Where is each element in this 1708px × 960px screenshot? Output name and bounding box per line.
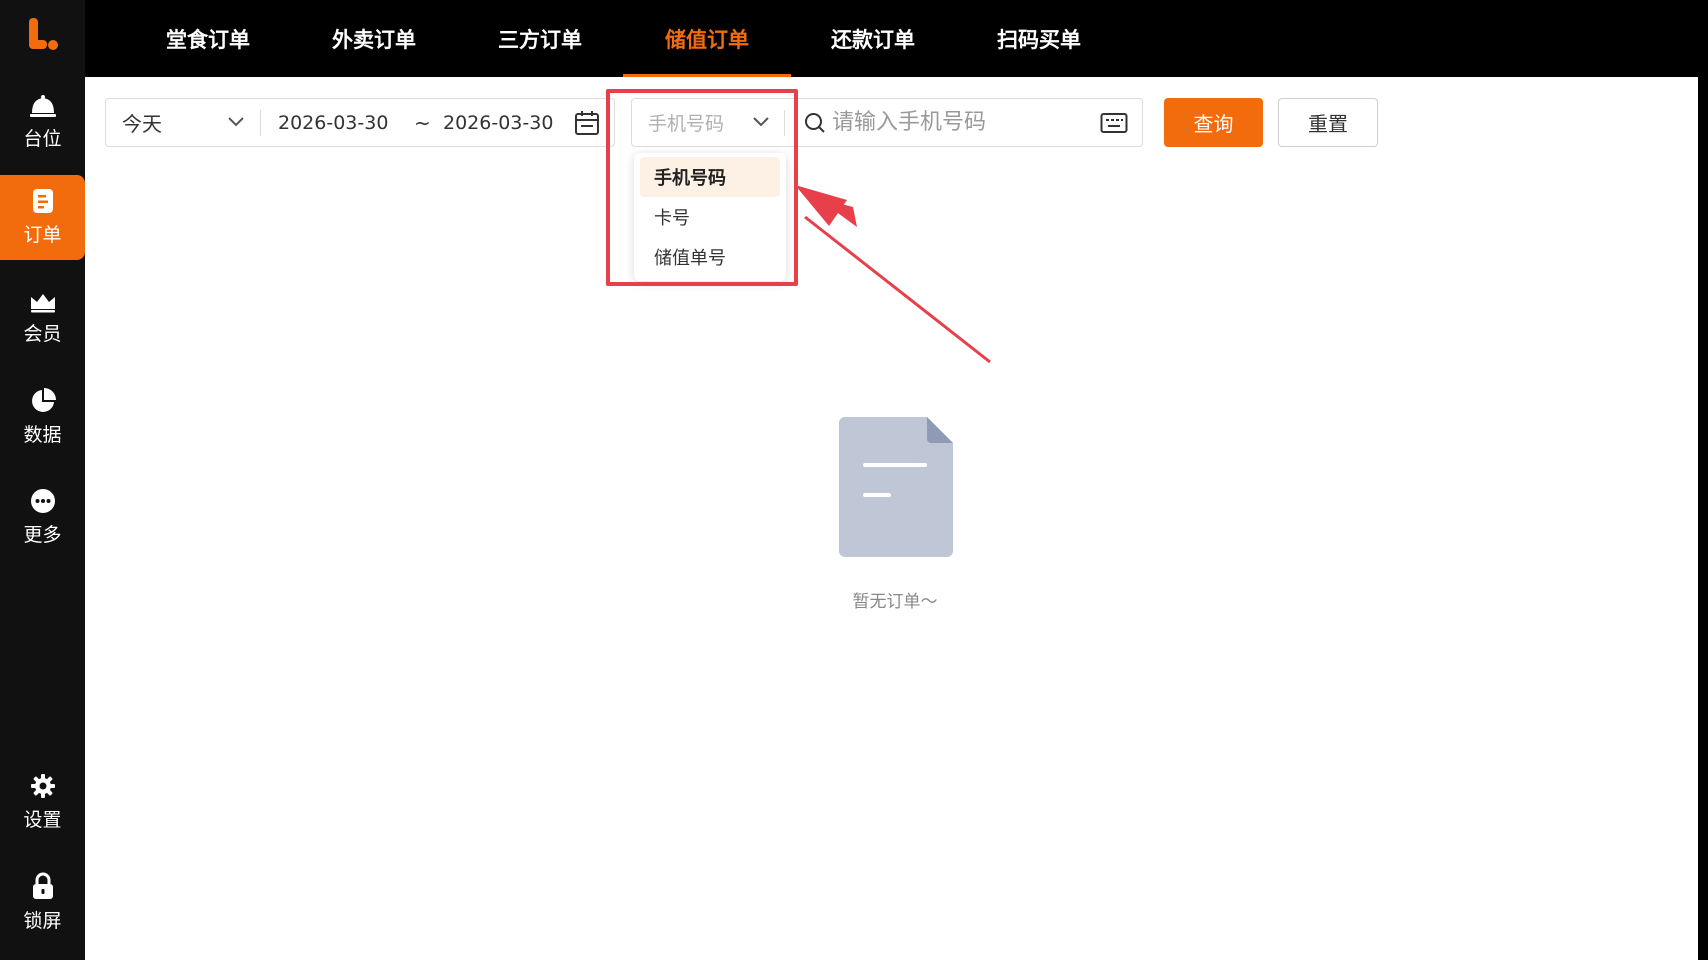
sidebar-item-data[interactable]: 数据 — [0, 375, 85, 460]
sidebar-item-members[interactable]: 会员 — [0, 275, 85, 360]
tab-label: 三方订单 — [498, 27, 582, 52]
search-type-dropdown: 手机号码 卡号 储值单号 — [634, 153, 786, 281]
sidebar-item-lock[interactable]: 锁屏 — [0, 860, 85, 945]
search-input[interactable] — [832, 99, 1092, 146]
sidebar-item-label: 更多 — [23, 524, 62, 546]
date-filter: 今天 2026-03-30 ~ 2026-03-30 — [105, 98, 615, 147]
date-range-value: 今天 — [122, 112, 162, 136]
dropdown-option-order-no[interactable]: 储值单号 — [640, 237, 780, 277]
tab-label: 外卖订单 — [332, 27, 416, 52]
divider — [260, 110, 261, 136]
dropdown-option-phone[interactable]: 手机号码 — [640, 157, 780, 197]
reset-button[interactable]: 重置 — [1278, 98, 1378, 147]
date-separator: ~ — [414, 110, 431, 135]
tab-stored-value-orders[interactable]: 储值订单 — [623, 0, 791, 77]
lock-icon — [32, 872, 53, 899]
tab-label: 扫码买单 — [997, 27, 1081, 52]
sidebar: 台位 订单 会员 数据 更多 设置 锁屏 — [0, 0, 85, 960]
crown-icon — [30, 294, 55, 313]
tab-label: 还款订单 — [831, 27, 915, 52]
date-range-select[interactable]: 今天 — [106, 99, 261, 146]
search-filter: 手机号码 — [631, 98, 1143, 147]
tab-third-party-orders[interactable]: 三方订单 — [482, 0, 598, 77]
start-date-field[interactable]: 2026-03-30 — [278, 99, 388, 146]
main-content: 今天 2026-03-30 ~ 2026-03-30 手机号码 请输入手机号码 … — [85, 77, 1708, 960]
sidebar-item-label: 数据 — [23, 424, 62, 446]
sidebar-item-more[interactable]: 更多 — [0, 475, 85, 560]
tab-takeout-orders[interactable]: 外卖订单 — [316, 0, 432, 77]
gear-icon — [30, 774, 55, 798]
tab-label: 储值订单 — [665, 27, 749, 52]
tab-dine-in-orders[interactable]: 堂食订单 — [150, 0, 266, 77]
dropdown-option-card[interactable]: 卡号 — [640, 197, 780, 237]
sidebar-item-label: 台位 — [23, 128, 62, 150]
tab-label: 堂食订单 — [166, 27, 250, 52]
sidebar-item-label: 会员 — [23, 323, 62, 345]
chevron-down-icon — [753, 117, 769, 127]
search-icon — [805, 113, 825, 133]
sidebar-item-orders[interactable]: 订单 — [0, 175, 85, 260]
empty-document-icon — [839, 417, 953, 557]
sidebar-item-label: 设置 — [23, 809, 62, 831]
top-tab-bar: 堂食订单 外卖订单 三方订单 储值订单 还款订单 扫码买单 — [85, 0, 1708, 77]
tab-repayment-orders[interactable]: 还款订单 — [815, 0, 931, 77]
sidebar-item-label: 锁屏 — [23, 910, 62, 932]
sidebar-item-label: 订单 — [23, 224, 62, 246]
search-type-value: 手机号码 — [648, 113, 725, 135]
brand-logo — [29, 18, 58, 50]
sidebar-item-tables[interactable]: 台位 — [0, 80, 85, 165]
bell-icon — [29, 95, 56, 117]
search-type-select[interactable]: 手机号码 — [632, 99, 784, 146]
app-window: 台位 订单 会员 数据 更多 设置 锁屏 堂食订单 外卖订单 三方订单 储值订单… — [0, 0, 1708, 960]
chevron-down-icon — [228, 117, 244, 127]
keyboard-icon[interactable] — [1100, 111, 1128, 135]
pie-chart-icon — [31, 388, 56, 412]
tab-scan-pay[interactable]: 扫码买单 — [981, 0, 1097, 77]
order-icon — [32, 189, 53, 213]
more-icon — [30, 489, 55, 513]
sidebar-item-settings[interactable]: 设置 — [0, 760, 85, 845]
annotation-arrow-icon — [795, 185, 991, 364]
calendar-icon[interactable] — [574, 110, 600, 136]
query-button[interactable]: 查询 — [1164, 98, 1263, 147]
divider — [784, 110, 785, 136]
empty-state-text: 暂无订单～ — [852, 592, 938, 612]
end-date-field[interactable]: 2026-03-30 — [443, 99, 553, 146]
